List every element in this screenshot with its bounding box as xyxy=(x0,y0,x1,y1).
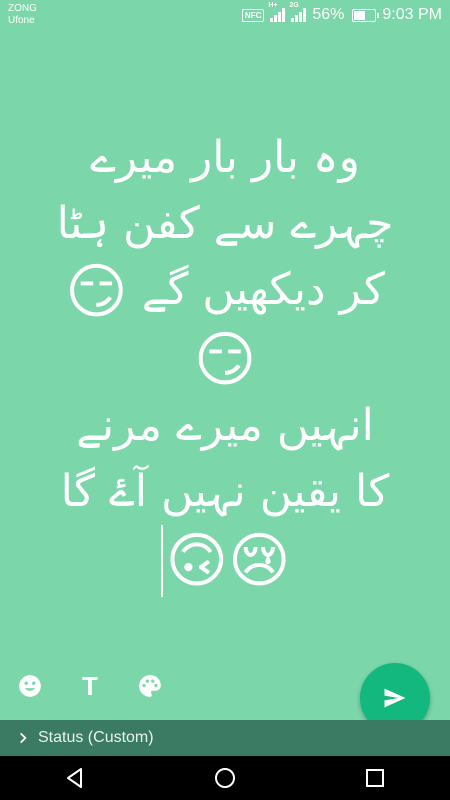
recents-button[interactable] xyxy=(350,760,400,796)
network-type-sim1: H+ xyxy=(268,2,278,9)
text-line: 😢🙃 xyxy=(22,525,428,597)
upside-down-emoji: 🙃 xyxy=(165,526,228,596)
carrier-1: ZONG xyxy=(8,3,37,14)
text-line: کا یقین نہیں آۓ گا xyxy=(60,466,390,517)
text-icon[interactable]: T xyxy=(76,672,104,700)
navigation-bar xyxy=(0,756,450,800)
system-icons: NFC H+ 2G 56% 9:03 PM xyxy=(241,2,442,24)
text-line: کر دیکھیں گے 😏 xyxy=(22,257,428,325)
text-line: انہیں میرے مرنے xyxy=(76,400,374,451)
carrier-names: ZONG Ufone xyxy=(8,3,37,27)
signal-sim2-icon: 2G xyxy=(289,2,307,22)
battery-icon xyxy=(352,8,380,22)
text-line: 😏 xyxy=(22,325,428,393)
signal-sim1-icon: H+ xyxy=(268,2,286,22)
text-cursor xyxy=(161,525,164,597)
home-circle-icon xyxy=(215,768,235,788)
battery-fill xyxy=(354,10,366,20)
editor-toolbar: T xyxy=(0,664,340,708)
send-icon xyxy=(384,688,406,708)
text-line-segment: کر دیکھیں گے xyxy=(141,264,385,315)
network-type-sim2: 2G xyxy=(289,2,299,9)
status-audience-bar[interactable]: Status (Custom) xyxy=(0,720,450,756)
palette-icon[interactable] xyxy=(136,672,164,700)
status-composer-screen: ZONG Ufone NFC H+ 2G 56% 9:03 PM وہ بار … xyxy=(0,0,450,800)
carrier-2: Ufone xyxy=(8,15,35,26)
home-button[interactable] xyxy=(200,760,250,796)
clock: 9:03 PM xyxy=(382,6,442,23)
system-status-bar: ZONG Ufone NFC H+ 2G 56% 9:03 PM xyxy=(0,0,450,32)
status-text-input[interactable]: وہ بار بار میرے چہرے سے کفن ہٹا کر دیکھی… xyxy=(22,125,428,615)
battery-percent: 56% xyxy=(312,6,345,23)
crying-emoji: 😢 xyxy=(228,526,291,596)
text-line: چہرے سے کفن ہٹا xyxy=(56,198,394,249)
emoji-icon[interactable] xyxy=(16,672,44,700)
smirk-emoji: 😏 xyxy=(193,325,257,395)
back-triangle-icon xyxy=(67,768,82,788)
smirk-emoji: 😏 xyxy=(65,257,128,327)
recents-square-icon xyxy=(366,769,384,787)
text-line: وہ بار بار میرے xyxy=(90,132,360,183)
audience-label: Status (Custom) xyxy=(38,729,154,746)
nfc-icon: NFC xyxy=(241,8,265,22)
chevron-right-icon xyxy=(20,732,27,744)
back-button[interactable] xyxy=(50,760,100,796)
